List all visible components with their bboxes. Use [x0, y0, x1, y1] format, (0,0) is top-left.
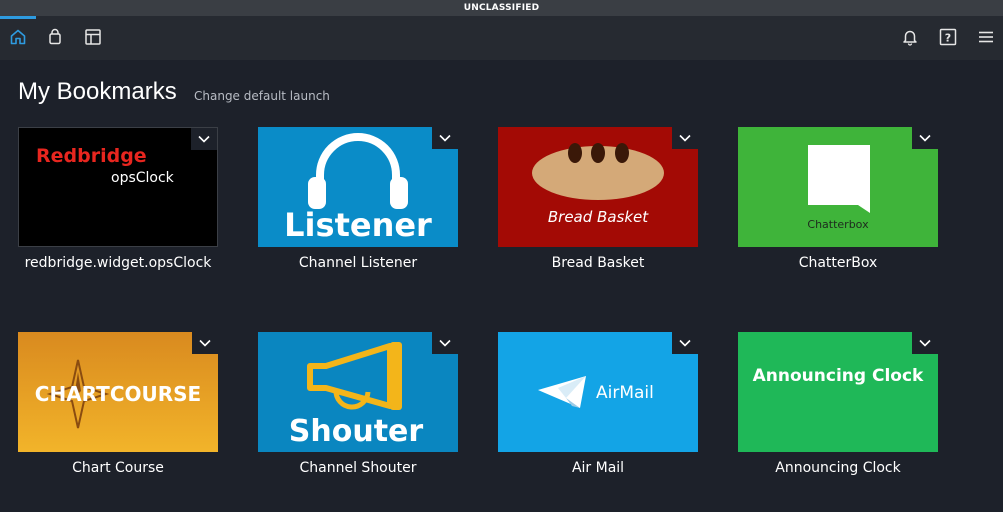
- bookmark-tile-opsclock[interactable]: Redbridge opsClock redbridge.widget.opsC…: [18, 127, 218, 271]
- bookmark-menu-button[interactable]: [191, 128, 217, 150]
- store-button[interactable]: [42, 24, 68, 50]
- bookmark-menu-button[interactable]: [432, 127, 458, 149]
- chevron-down-icon: [199, 339, 211, 347]
- bookmark-label: Channel Shouter: [299, 460, 417, 476]
- bookmark-thumbnail[interactable]: Announcing Clock: [738, 332, 938, 452]
- svg-text:?: ?: [945, 32, 951, 45]
- bookmark-menu-button[interactable]: [912, 127, 938, 149]
- change-default-launch-link[interactable]: Change default launch: [194, 89, 330, 103]
- help-button[interactable]: ?: [935, 24, 961, 50]
- bookmark-label: redbridge.widget.opsClock: [24, 255, 212, 271]
- svg-text:Chatterbox: Chatterbox: [807, 218, 869, 231]
- chevron-down-icon: [679, 339, 691, 347]
- svg-text:Shouter: Shouter: [289, 414, 424, 449]
- bookmark-menu-button[interactable]: [672, 332, 698, 354]
- bookmark-label: ChatterBox: [798, 255, 878, 271]
- svg-text:CHARTCOURSE: CHARTCOURSE: [35, 382, 201, 406]
- chevron-down-icon: [919, 134, 931, 142]
- bookmark-menu-button[interactable]: [192, 332, 218, 354]
- svg-text:AirMail: AirMail: [596, 383, 654, 403]
- bread-artwork: Bread Basket: [532, 143, 664, 226]
- bookmark-label: Air Mail: [571, 460, 625, 476]
- chevron-down-icon: [439, 134, 451, 142]
- bookmark-thumbnail[interactable]: Redbridge opsClock: [18, 127, 218, 247]
- chevron-down-icon: [919, 339, 931, 347]
- notifications-button[interactable]: [897, 24, 923, 50]
- main-menu-button[interactable]: [973, 24, 999, 50]
- chevron-down-icon: [198, 135, 210, 143]
- chevron-down-icon: [679, 134, 691, 142]
- bookmark-tile-channel-shouter[interactable]: Shouter Channel Shouter: [258, 332, 458, 476]
- home-button[interactable]: [5, 24, 31, 50]
- bookmark-tile-channel-listener[interactable]: Listener Channel Listener: [258, 127, 458, 271]
- bookmark-menu-button[interactable]: [432, 332, 458, 354]
- headphones-artwork: Listener: [284, 133, 432, 244]
- layout-button[interactable]: [80, 24, 106, 50]
- bookmark-tile-bread-basket[interactable]: Bread Basket Bread Basket: [498, 127, 698, 271]
- bookmark-label: Announcing Clock: [775, 460, 901, 476]
- home-icon: [10, 29, 26, 45]
- bookmark-thumbnail[interactable]: Bread Basket: [498, 127, 698, 247]
- chevron-down-icon: [439, 339, 451, 347]
- svg-text:Bread Basket: Bread Basket: [548, 208, 649, 226]
- paper-plane-artwork: AirMail: [538, 376, 654, 408]
- bookmark-thumbnail[interactable]: CHARTCOURSE: [18, 332, 218, 452]
- bag-icon: [49, 28, 61, 45]
- bookmark-label: Bread Basket: [551, 255, 645, 271]
- bookmark-tile-announcing-clock[interactable]: Announcing Clock Announcing Clock: [738, 332, 938, 476]
- bookmark-menu-button[interactable]: [912, 332, 938, 354]
- bookmark-tile-chatterbox[interactable]: Chatterbox ChatterBox: [738, 127, 938, 271]
- help-icon: ?: [939, 28, 957, 46]
- active-tab-indicator: [0, 16, 36, 19]
- bookmark-tile-chart-course[interactable]: CHARTCOURSE Chart Course: [18, 332, 218, 476]
- top-nav-bar: ?: [0, 16, 1003, 60]
- speech-bubble-artwork: Chatterbox: [807, 145, 870, 231]
- bookmark-menu-button[interactable]: [672, 127, 698, 149]
- classification-banner: UNCLASSIFIED: [0, 0, 1003, 16]
- compass-artwork: CHARTCOURSE: [35, 359, 201, 429]
- bookmark-thumbnail[interactable]: Chatterbox: [738, 127, 938, 247]
- bell-icon: [903, 30, 917, 46]
- svg-text:Redbridge: Redbridge: [36, 145, 147, 167]
- page-title: My Bookmarks: [18, 78, 177, 105]
- svg-text:opsClock: opsClock: [111, 170, 175, 186]
- layout-icon: [85, 29, 101, 45]
- menu-icon: [979, 31, 993, 43]
- bookmark-thumbnail[interactable]: AirMail: [498, 332, 698, 452]
- bookmark-thumbnail[interactable]: Listener: [258, 127, 458, 247]
- opsclock-artwork: Redbridge opsClock: [36, 145, 175, 186]
- bookmark-label: Chart Course: [72, 460, 164, 476]
- megaphone-artwork: Shouter: [289, 342, 424, 449]
- bookmark-thumbnail[interactable]: Shouter: [258, 332, 458, 452]
- bookmark-label: Channel Listener: [298, 255, 418, 271]
- announcing-clock-artwork: Announcing Clock: [753, 366, 924, 386]
- svg-text:Listener: Listener: [284, 206, 432, 244]
- svg-text:Announcing Clock: Announcing Clock: [753, 366, 924, 386]
- bookmark-tile-air-mail[interactable]: AirMail Air Mail: [498, 332, 698, 476]
